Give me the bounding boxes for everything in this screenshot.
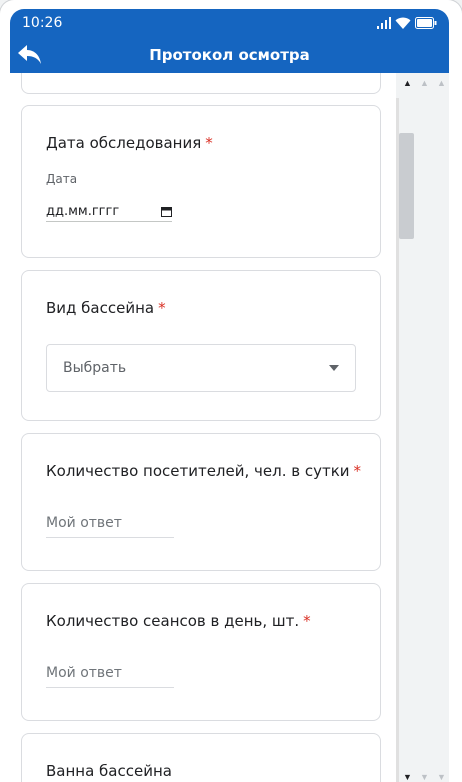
sessions-card: Количество сеансов в день, шт. * Мой отве… bbox=[21, 583, 381, 721]
scroll-down-icon[interactable]: ▼ bbox=[420, 773, 429, 782]
scroll-down-icon[interactable]: ▼ bbox=[437, 773, 446, 782]
app-title: Протокол осмотра bbox=[149, 46, 310, 64]
back-button[interactable] bbox=[16, 41, 44, 69]
status-time: 10:26 bbox=[22, 15, 63, 31]
status-bar: 10:26 bbox=[10, 9, 449, 37]
sessions-question: Количество сеансов в день, шт. * bbox=[46, 612, 311, 630]
scroll-up-icon[interactable]: ▲ bbox=[403, 79, 412, 88]
signal-icon bbox=[377, 17, 391, 29]
battery-icon bbox=[415, 17, 437, 29]
form-content: Дата обследования * Дата дд.мм.гггг Вид б… bbox=[10, 73, 396, 782]
calendar-icon[interactable] bbox=[161, 206, 172, 217]
pool-type-select[interactable]: Выбрать bbox=[46, 344, 356, 392]
previous-card bbox=[21, 73, 381, 94]
wifi-icon bbox=[395, 17, 411, 29]
exam-date-question-text: Дата обследования bbox=[46, 134, 202, 152]
required-marker: * bbox=[205, 134, 213, 152]
back-arrow-icon bbox=[18, 45, 41, 64]
pool-type-question-text: Вид бассейна bbox=[46, 299, 155, 317]
dropdown-arrow-icon bbox=[329, 365, 339, 371]
sessions-question-text: Количество сеансов в день, шт. bbox=[46, 612, 300, 630]
scroll-up-icon[interactable]: ▲ bbox=[437, 79, 446, 88]
app-bar: Протокол осмотра bbox=[10, 37, 449, 73]
pool-bath-card: Ванна бассейна bbox=[21, 733, 381, 782]
visitors-question-text: Количество посетителей, чел. в сутки bbox=[46, 462, 350, 480]
status-icons bbox=[377, 17, 437, 29]
date-input[interactable]: дд.мм.гггг bbox=[46, 201, 172, 222]
visitors-input[interactable]: Мой ответ bbox=[46, 515, 174, 538]
sessions-input[interactable]: Мой ответ bbox=[46, 665, 174, 688]
phone-frame: 10:26 Протокол осмотра Дата обследования… bbox=[0, 0, 462, 782]
date-label: Дата bbox=[46, 172, 78, 186]
pool-type-card: Вид бассейна * Выбрать bbox=[21, 270, 381, 421]
visitors-question: Количество посетителей, чел. в сутки * bbox=[46, 462, 361, 480]
pool-bath-question: Ванна бассейна bbox=[46, 762, 172, 780]
scroll-down-icon[interactable]: ▼ bbox=[403, 773, 412, 782]
pool-type-question: Вид бассейна * bbox=[46, 299, 166, 317]
date-input-value: дд.мм.гггг bbox=[46, 203, 120, 219]
exam-date-question: Дата обследования * bbox=[46, 134, 213, 152]
pool-type-select-value: Выбрать bbox=[63, 360, 127, 376]
required-marker: * bbox=[303, 612, 311, 630]
exam-date-card: Дата обследования * Дата дд.мм.гггг bbox=[21, 105, 381, 258]
scroll-up-icon[interactable]: ▲ bbox=[420, 79, 429, 88]
required-marker: * bbox=[353, 462, 362, 480]
visitors-card: Количество посетителей, чел. в сутки * Мо… bbox=[21, 433, 381, 571]
scrollbar-thumb[interactable] bbox=[399, 133, 414, 239]
required-marker: * bbox=[158, 299, 166, 317]
